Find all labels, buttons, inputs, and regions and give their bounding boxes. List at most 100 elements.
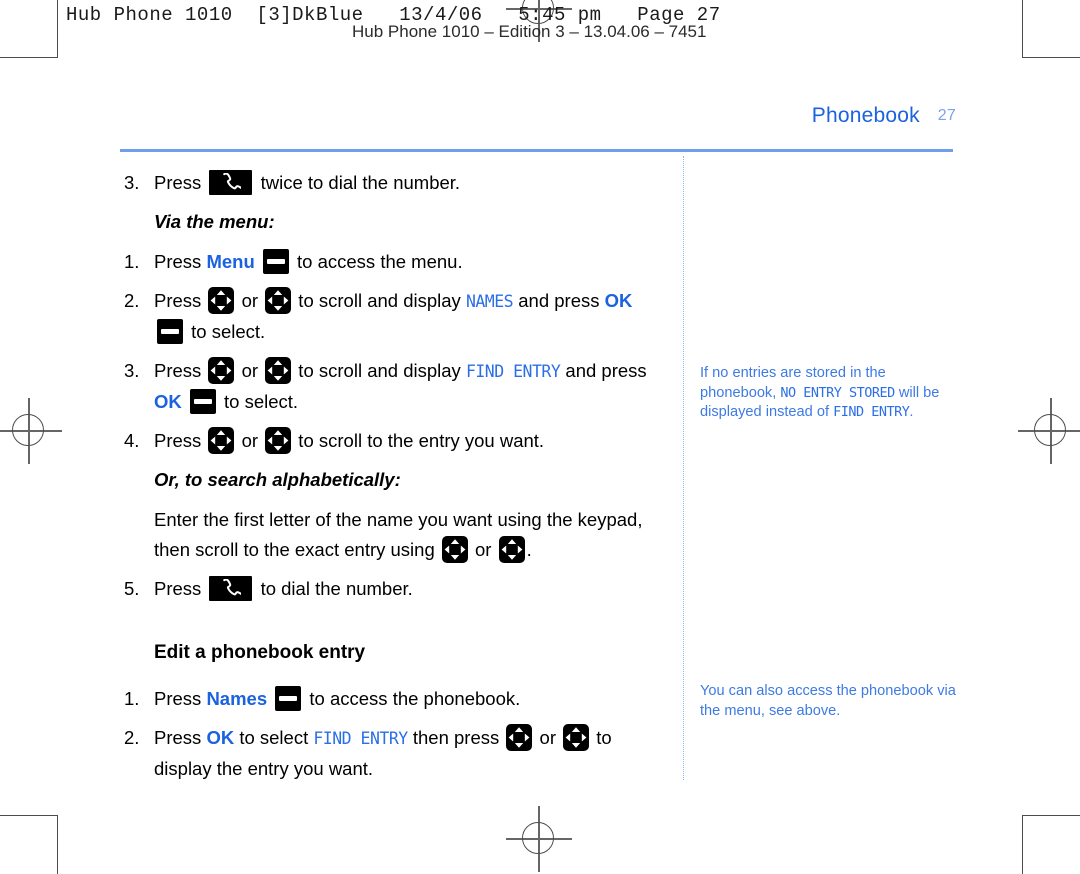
body-text: You can also access the phonebook via th… (700, 683, 956, 719)
step-number: 1. (124, 251, 140, 272)
alpha-search-body: Enter the first letter of the name you w… (124, 505, 664, 565)
numbered-step: 4. Press or to scroll to the entry you wa… (124, 426, 664, 456)
body-text: . (526, 539, 532, 560)
alpha-search-label: Or, to search alphabetically: (154, 469, 401, 490)
page-title: Phonebook (811, 104, 920, 127)
body-text: or (236, 430, 264, 451)
body-text: to access the menu. (291, 251, 463, 272)
body-text (267, 688, 272, 709)
step-number: 2. (124, 727, 140, 748)
body-text: and press (513, 290, 605, 311)
nav-key-icon[interactable] (208, 357, 235, 384)
softkey-bar (161, 329, 179, 334)
body-text: to scroll and display (293, 360, 466, 381)
body-text: to select. (218, 391, 299, 412)
lcd-display-text: NAMES (465, 292, 514, 311)
steps-dial-final-group: 5. Press to dial the number. (124, 574, 664, 604)
body-text: Press (154, 290, 207, 311)
step-body: Press Names to access the phonebook. (154, 686, 520, 711)
nav-key-icon[interactable] (563, 724, 590, 751)
steps-menu-group: 1. Press Menu to access the menu. 2. Press … (124, 247, 664, 456)
nav-key-icon[interactable] (265, 357, 292, 384)
softkey-icon[interactable] (157, 319, 183, 344)
nav-key-icon[interactable] (265, 427, 292, 454)
body-text (182, 391, 187, 412)
lcd-display-text: FIND ENTRY (465, 362, 561, 381)
softkey-icon[interactable] (262, 249, 289, 274)
call-key-icon[interactable] (209, 170, 253, 195)
body-text: Press (154, 688, 207, 709)
numbered-step: 3. Press or to scroll and display FIND EN… (124, 356, 664, 417)
body-text: Press (154, 251, 207, 272)
body-text: Press (154, 360, 207, 381)
softkey-label: Menu (206, 251, 255, 272)
softkey-label: OK (206, 727, 235, 748)
body-text: to select (234, 727, 314, 748)
body-text: Press (154, 172, 207, 193)
softkey-label: Names (206, 688, 268, 709)
numbered-step: 3. Press twice to dial the number. (124, 168, 664, 198)
lcd-display-text: FIND ENTRY (833, 404, 910, 420)
nav-key-icon[interactable] (506, 724, 533, 751)
step-number: 4. (124, 430, 140, 451)
body-text: to scroll and display (293, 290, 466, 311)
step-body: Press to dial the number. (154, 576, 413, 601)
steps-edit-group: 1. Press Names to access the phonebook. 2.… (124, 684, 664, 784)
steps-dial-group: 3. Press twice to dial the number. (124, 168, 664, 198)
body-text: Press (154, 430, 207, 451)
body-text: to select. (186, 321, 266, 342)
step-body: Press Menu to access the menu. (154, 249, 463, 274)
body-text: then press (407, 727, 505, 748)
step-body: Press twice to dial the number. (154, 170, 461, 195)
body-text: . (909, 404, 914, 420)
nav-key-icon[interactable] (441, 536, 468, 563)
body-text: or (236, 290, 264, 311)
body-text: and press (560, 360, 647, 381)
header-rule (120, 149, 953, 152)
softkey-bar (279, 696, 298, 701)
body-text: twice to dial the number. (255, 172, 461, 193)
manual-page: Phonebook 27 3. Press twice to dial the nu… (0, 0, 1080, 873)
step-number: 3. (124, 360, 140, 381)
step-body: Press or to scroll and display NAMES and… (154, 287, 632, 344)
main-text-column: 3. Press twice to dial the number. Via th… (124, 168, 664, 793)
step-body: Press or to scroll to the entry you want… (154, 427, 545, 454)
step-number: 1. (124, 688, 140, 709)
softkey-icon[interactable] (275, 686, 302, 711)
body-text: to dial the number. (255, 578, 413, 599)
folio-page-number: 27 (937, 107, 956, 124)
numbered-step: 2. Press or to scroll and display NAMES a… (124, 286, 664, 347)
body-text: or (534, 727, 562, 748)
side-note-no-entry-stored: If no entries are stored in the phoneboo… (700, 364, 958, 423)
via-menu-label: Via the menu: (154, 211, 275, 232)
softkey-bar (193, 399, 212, 404)
running-head: Phonebook 27 (812, 104, 956, 128)
step-number: 2. (124, 290, 140, 311)
step-number: 5. (124, 578, 140, 599)
step-number: 3. (124, 172, 140, 193)
body-text (255, 251, 260, 272)
softkey-icon[interactable] (189, 389, 216, 414)
numbered-step: 1. Press Names to access the phonebook. (124, 684, 664, 714)
numbered-step: 5. Press to dial the number. (124, 574, 664, 604)
edit-entry-heading: Edit a phonebook entry (154, 642, 366, 663)
numbered-step: 1. Press Menu to access the menu. (124, 247, 664, 277)
body-text: or (236, 360, 264, 381)
body-text: to scroll to the entry you want. (293, 430, 545, 451)
nav-key-icon[interactable] (498, 536, 525, 563)
body-text: Press (154, 578, 207, 599)
numbered-step: 2. Press OK to select FIND ENTRY then pre… (124, 723, 664, 784)
nav-key-icon[interactable] (208, 427, 235, 454)
softkey-label: OK (154, 391, 182, 412)
body-text: Press (154, 727, 207, 748)
step-body: Press or to scroll and display FIND ENTR… (154, 357, 647, 414)
softkey-bar (266, 259, 285, 264)
side-note-access-via-menu: You can also access the phonebook via th… (700, 682, 958, 721)
body-text: Enter the first letter of the name you w… (154, 509, 643, 560)
step-body: Press OK to select FIND ENTRY then press… (154, 724, 612, 779)
call-key-icon[interactable] (209, 576, 253, 601)
nav-key-icon[interactable] (265, 287, 292, 314)
lcd-display-text: NO ENTRY STORED (780, 384, 895, 401)
body-text: or (469, 539, 497, 560)
nav-key-icon[interactable] (208, 287, 235, 314)
